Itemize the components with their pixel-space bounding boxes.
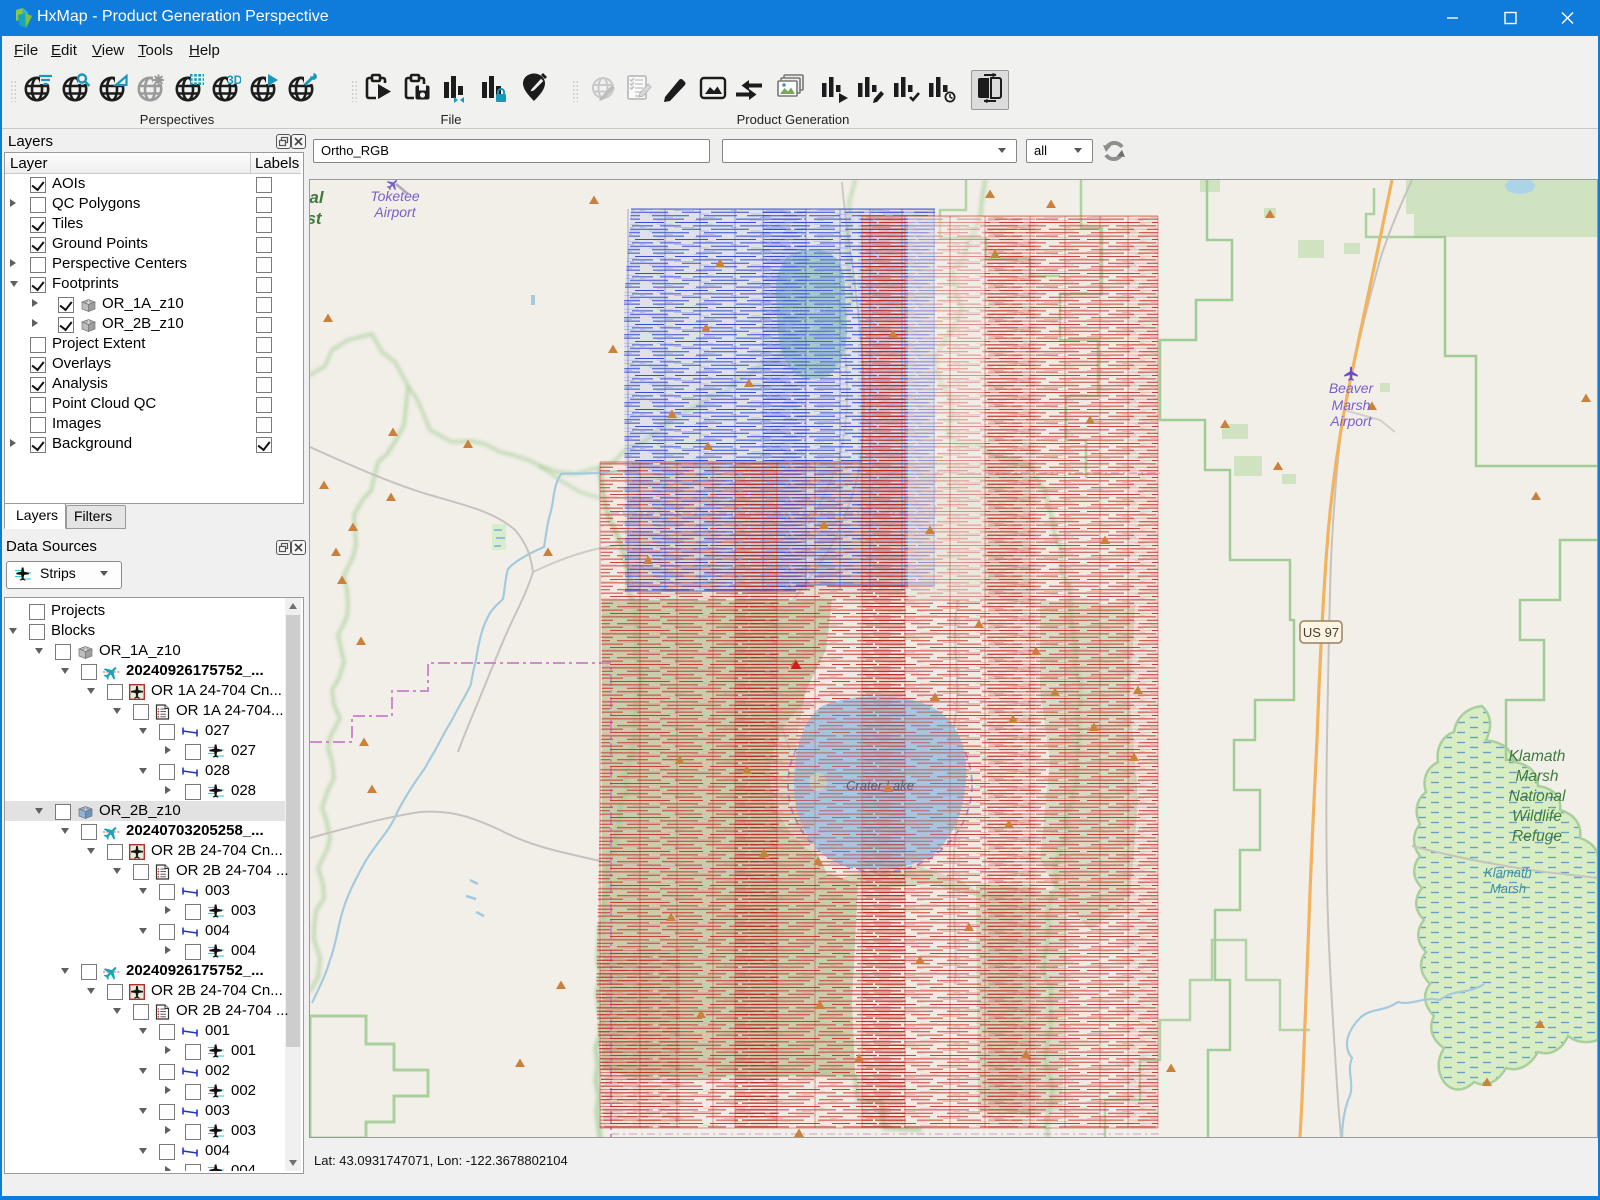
svg-text:Klamath: Klamath xyxy=(1509,748,1566,765)
svg-text:Wildlife: Wildlife xyxy=(1512,808,1562,825)
svg-text:US 97: US 97 xyxy=(1303,625,1339,640)
svg-text:Klamath: Klamath xyxy=(1484,865,1532,880)
svg-text:Beaver: Beaver xyxy=(1329,380,1375,396)
svg-text:Refuge: Refuge xyxy=(1512,828,1562,845)
svg-text:nal: nal xyxy=(310,188,325,207)
svg-text:Toketee: Toketee xyxy=(370,188,420,204)
svg-text:National: National xyxy=(1509,788,1566,805)
svg-text:est: est xyxy=(310,209,323,228)
svg-text:Airport: Airport xyxy=(373,204,416,220)
svg-text:Marsh: Marsh xyxy=(1332,397,1371,413)
svg-text:Airport: Airport xyxy=(1329,413,1372,429)
svg-text:Crater Lake: Crater Lake xyxy=(846,778,914,793)
svg-text:Marsh: Marsh xyxy=(1490,881,1526,896)
svg-text:Marsh: Marsh xyxy=(1515,768,1558,785)
